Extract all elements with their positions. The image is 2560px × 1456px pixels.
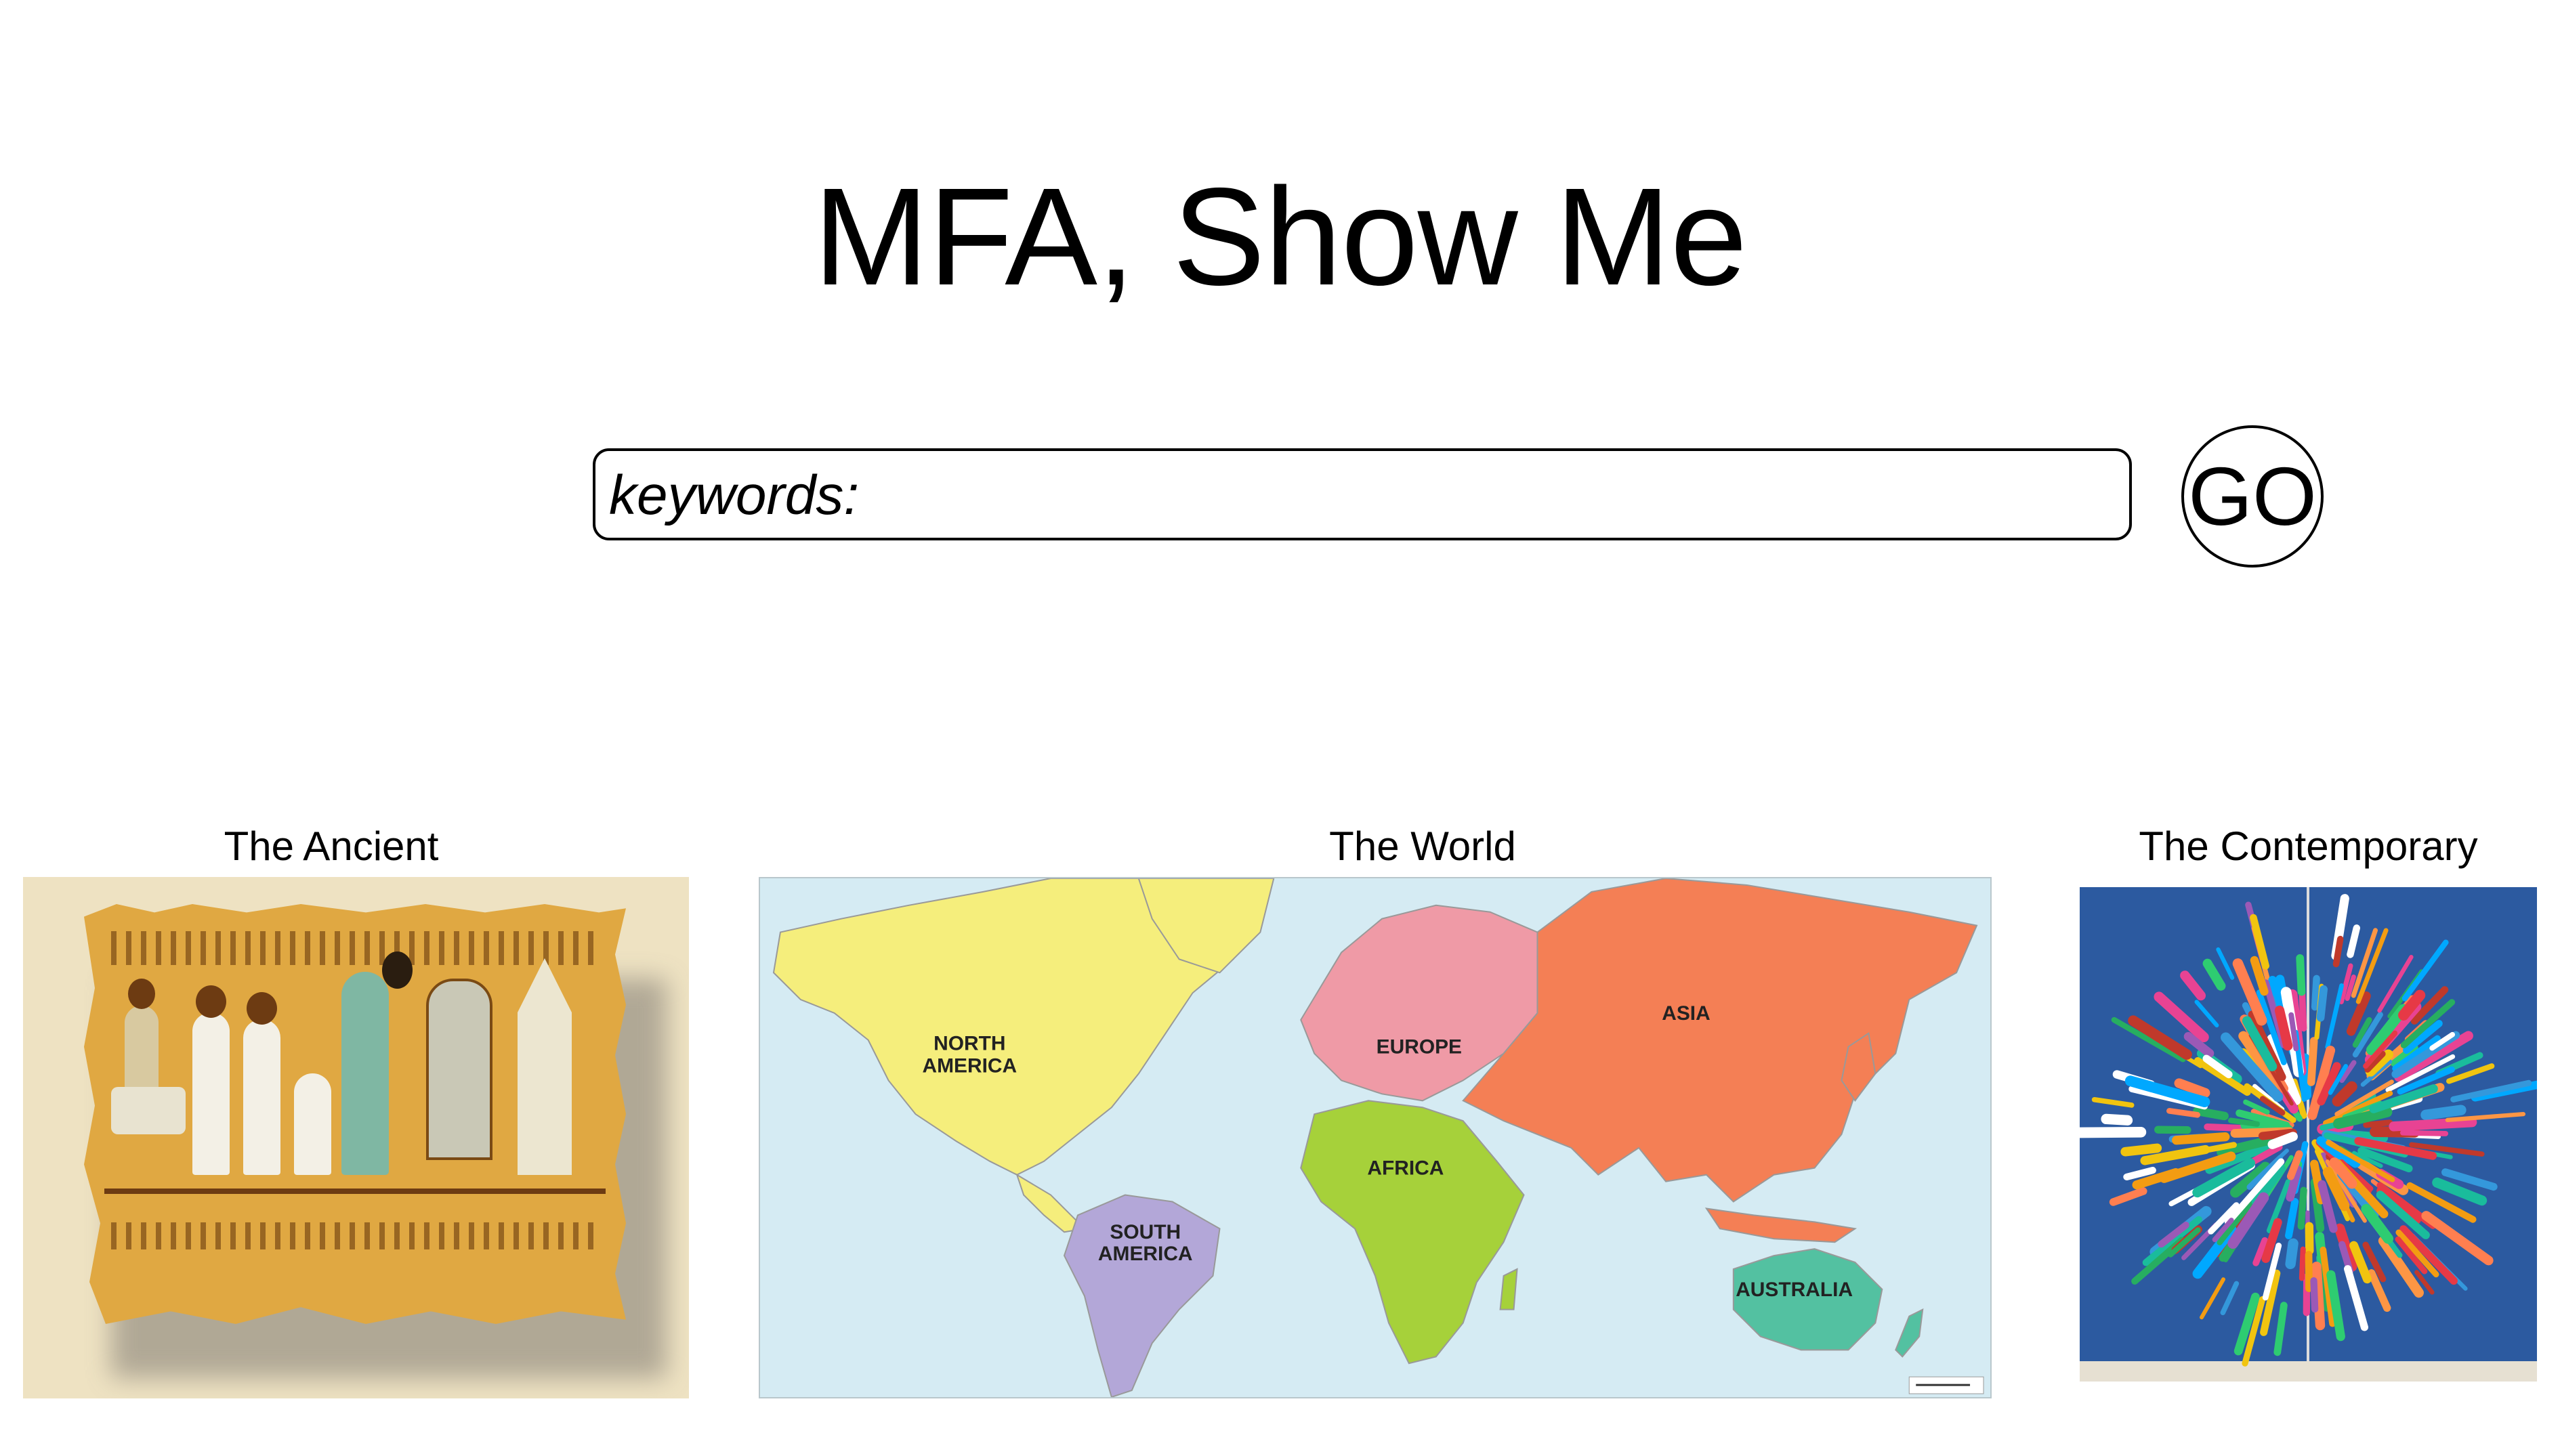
mourner-figure <box>243 1019 280 1175</box>
kneeling-figure <box>294 1073 331 1175</box>
anubis-head <box>382 951 413 989</box>
madagascar-shape <box>1499 1268 1518 1310</box>
pencil-stroke <box>2296 954 2306 996</box>
pencil-stroke <box>2310 1277 2319 1313</box>
stele <box>426 979 492 1160</box>
continent-label-south-america: SOUTH <box>1110 1221 1181 1243</box>
continent-label-north-america: NORTH <box>933 1033 1005 1055</box>
floor-line <box>104 1189 606 1194</box>
world-map-tile[interactable]: NORTH AMERICA SOUTH AMERICA EUROPE AFRIC… <box>759 877 1992 1398</box>
continent-label-europe: EUROPE <box>1377 1036 1462 1058</box>
pencil-stroke <box>2389 1117 2477 1132</box>
continent-label-australia: AUSTRALIA <box>1736 1279 1853 1301</box>
pencil-stroke <box>2332 935 2344 968</box>
pencil-stroke <box>2311 975 2320 1011</box>
figure-head <box>196 985 226 1018</box>
category-label-world[interactable]: The World <box>759 823 2086 870</box>
hieroglyph-band <box>111 931 599 965</box>
mummy-figure <box>341 972 389 1175</box>
asia-shape <box>1462 878 1978 1203</box>
pencil-stroke <box>2285 1238 2299 1270</box>
egyptian-papyrus-image <box>84 904 626 1324</box>
pencil-stroke <box>2316 985 2328 1022</box>
pencil-stroke <box>2299 1246 2306 1281</box>
indonesia-shape <box>1704 1207 1858 1243</box>
figure-head <box>128 979 155 1009</box>
continent-label-asia: ASIA <box>1662 1002 1710 1025</box>
continent-label-africa: AFRICA <box>1367 1157 1444 1180</box>
world-map-image: NORTH AMERICA SOUTH AMERICA EUROPE AFRIC… <box>772 878 1984 1397</box>
mourner-figure <box>192 1012 230 1175</box>
pencil-stroke <box>2307 1037 2318 1086</box>
ancient-image-tile[interactable] <box>23 877 689 1398</box>
figure-head <box>247 992 277 1025</box>
go-button[interactable]: GO <box>2181 425 2324 568</box>
hieroglyph-band <box>111 1222 599 1249</box>
contemporary-image-tile[interactable] <box>2080 887 2537 1382</box>
obelisk <box>518 958 572 1175</box>
pencil-stroke <box>2101 1113 2133 1126</box>
floor-strip <box>2080 1361 2537 1382</box>
offering-table <box>111 1087 186 1134</box>
category-label-contemporary[interactable]: The Contemporary <box>2080 823 2537 870</box>
new-zealand-shape <box>1895 1308 1924 1358</box>
pencil-stroke <box>2399 1130 2449 1136</box>
pencil-stroke <box>2297 1186 2307 1230</box>
pencil-stroke <box>2305 1222 2314 1255</box>
category-label-ancient[interactable]: The Ancient <box>23 823 639 870</box>
search-input[interactable] <box>609 458 2113 534</box>
colorful-pencils-image <box>2080 887 2537 1382</box>
pencil-stroke <box>2420 1105 2467 1121</box>
continent-label-south-america-2: AMERICA <box>1098 1243 1193 1265</box>
pencil-stroke <box>2120 1143 2162 1157</box>
continent-label-north-america-2: AMERICA <box>923 1055 1017 1077</box>
pencil-stroke <box>2363 1119 2393 1128</box>
pencil-stroke <box>2193 1107 2229 1121</box>
page-title: MFA, Show Me <box>813 159 1748 314</box>
search-box[interactable] <box>593 448 2132 540</box>
pencil-stroke <box>2228 1117 2260 1127</box>
pencil-stroke <box>2166 1108 2200 1118</box>
pencil-stroke <box>2172 1132 2230 1145</box>
pencil-stroke <box>2080 1126 2147 1138</box>
africa-shape <box>1300 1100 1525 1365</box>
